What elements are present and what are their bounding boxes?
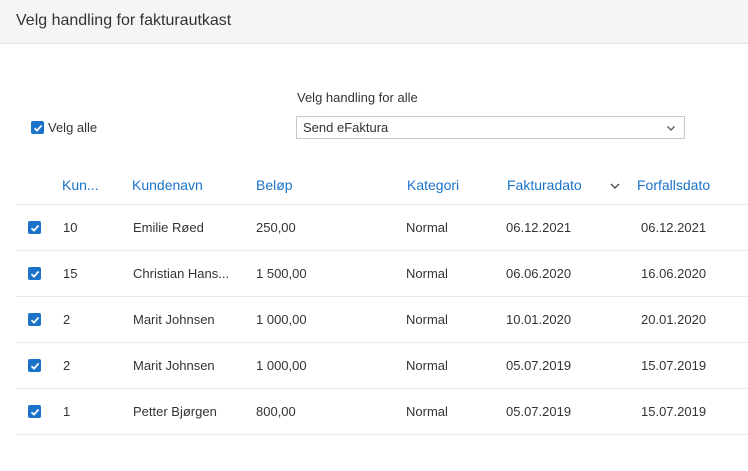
cell-invoice-date: 06.06.2020	[506, 266, 572, 281]
cell-customer: Christian Hans...	[133, 266, 230, 281]
column-header-category[interactable]: Kategori	[407, 177, 459, 193]
column-header-invoice-date[interactable]: Fakturadato	[507, 177, 582, 193]
cell-category: Normal	[406, 266, 448, 281]
checkmark-icon	[30, 316, 39, 324]
cell-due-date: 15.07.2019	[641, 358, 707, 373]
cell-due-date: 06.12.2021	[641, 220, 707, 235]
cell-category: Normal	[406, 404, 448, 419]
cell-customer: Marit Johnsen	[133, 312, 215, 327]
select-all-checkbox[interactable]	[31, 121, 44, 134]
cell-invoice-date: 10.01.2020	[506, 312, 572, 327]
row-checkbox[interactable]	[28, 405, 41, 418]
sort-descending-icon[interactable]	[610, 182, 620, 190]
cell-amount: 250,00	[256, 220, 296, 235]
row-checkbox[interactable]	[28, 267, 41, 280]
checkmark-icon	[30, 362, 39, 370]
bulk-action-label: Velg handling for alle	[297, 90, 418, 105]
cell-amount: 1 000,00	[256, 312, 307, 327]
column-header-customer[interactable]: Kundenavn	[132, 177, 203, 193]
table-bottom-divider	[17, 434, 748, 435]
select-all-control[interactable]: Velg alle	[31, 120, 97, 135]
checkmark-icon	[30, 408, 39, 416]
cell-due-date: 16.06.2020	[641, 266, 707, 281]
column-header-amount[interactable]: Beløp	[256, 177, 293, 193]
cell-due-date: 15.07.2019	[641, 404, 707, 419]
table-row[interactable]: 15 Christian Hans... 1 500,00 Normal 06.…	[17, 250, 748, 296]
cell-amount: 800,00	[256, 404, 296, 419]
table-row[interactable]: 10 Emilie Røed 250,00 Normal 06.12.2021 …	[17, 204, 748, 250]
column-header-due-date[interactable]: Forfallsdato	[637, 177, 710, 193]
table-row[interactable]: 2 Marit Johnsen 1 000,00 Normal 10.01.20…	[17, 296, 748, 342]
column-header-number[interactable]: Kun...	[62, 177, 99, 193]
row-checkbox[interactable]	[28, 359, 41, 372]
cell-category: Normal	[406, 220, 448, 235]
cell-customer: Emilie Røed	[133, 220, 204, 235]
cell-number: 15	[63, 266, 78, 281]
cell-number: 10	[63, 220, 78, 235]
select-all-label: Velg alle	[48, 120, 98, 135]
cell-amount: 1 500,00	[256, 266, 307, 281]
cell-due-date: 20.01.2020	[641, 312, 707, 327]
cell-invoice-date: 05.07.2019	[506, 404, 572, 419]
cell-category: Normal	[406, 358, 448, 373]
table-row[interactable]: 1 Petter Bjørgen 800,00 Normal 05.07.201…	[17, 388, 748, 434]
cell-number: 2	[63, 312, 71, 327]
chevron-down-icon	[667, 125, 675, 131]
dialog-title: Velg handling for fakturautkast	[16, 12, 232, 29]
checkmark-icon	[30, 270, 39, 278]
row-checkbox[interactable]	[28, 221, 41, 234]
cell-customer: Petter Bjørgen	[133, 404, 217, 419]
cell-number: 2	[63, 358, 71, 373]
dialog-header: Velg handling for fakturautkast	[0, 0, 748, 44]
cell-invoice-date: 06.12.2021	[506, 220, 572, 235]
cell-customer: Marit Johnsen	[133, 358, 215, 373]
cell-category: Normal	[406, 312, 448, 327]
bulk-action-select[interactable]: Send eFaktura	[296, 116, 685, 139]
row-checkbox[interactable]	[28, 313, 41, 326]
cell-amount: 1 000,00	[256, 358, 307, 373]
table-row[interactable]: 2 Marit Johnsen 1 000,00 Normal 05.07.20…	[17, 342, 748, 388]
cell-number: 1	[63, 404, 71, 419]
checkmark-icon	[30, 224, 39, 232]
checkmark-icon	[33, 124, 42, 132]
cell-invoice-date: 05.07.2019	[506, 358, 572, 373]
bulk-action-value: Send eFaktura	[303, 120, 389, 135]
